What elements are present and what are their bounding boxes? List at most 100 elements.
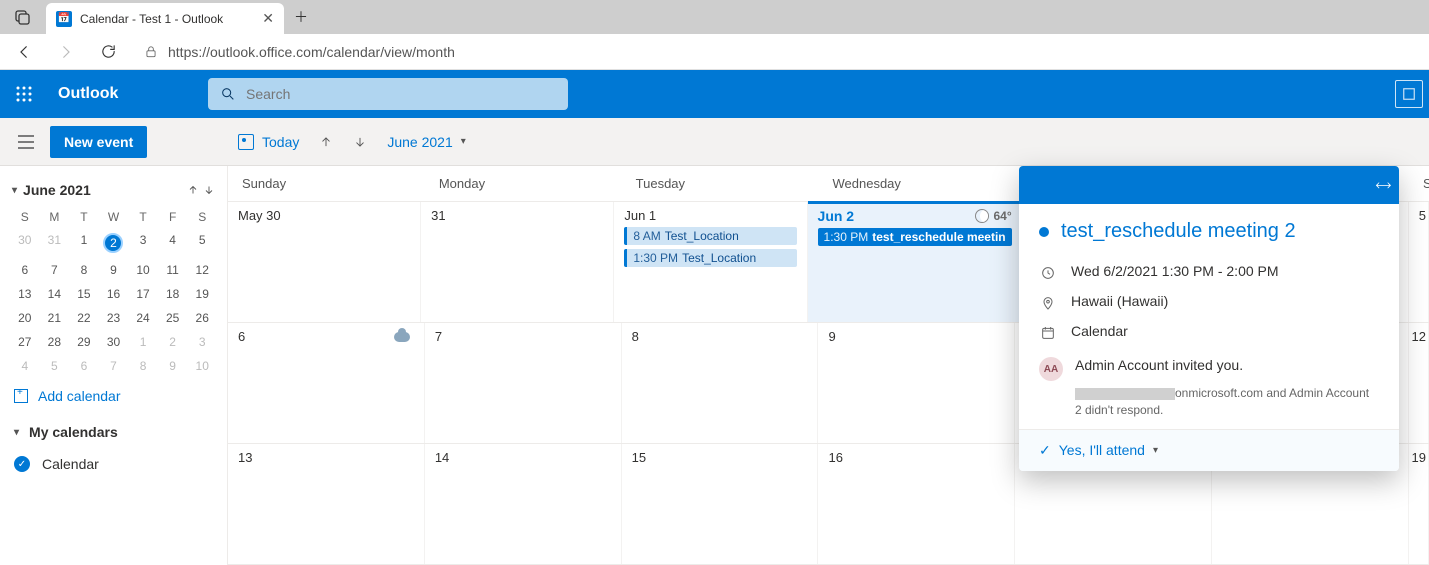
day-cell-today[interactable]: Jun 2 64° 1:30 PMtest_reschedule meetin <box>808 202 1023 322</box>
new-tab-button[interactable]: ＋ <box>284 0 318 34</box>
mini-day[interactable]: 3 <box>128 228 158 258</box>
forward-button[interactable] <box>50 36 82 68</box>
mini-day[interactable]: 8 <box>69 258 99 282</box>
mini-day[interactable]: 24 <box>128 306 158 330</box>
mini-day[interactable]: 28 <box>40 330 70 354</box>
address-field[interactable]: https://outlook.office.com/calendar/view… <box>134 37 1421 67</box>
mini-day[interactable]: 11 <box>158 258 188 282</box>
mini-day[interactable]: 19 <box>187 282 217 306</box>
mini-day[interactable]: 31 <box>40 228 70 258</box>
browser-tab[interactable]: 📅 Calendar - Test 1 - Outlook ✕ <box>46 3 284 34</box>
prev-period-button[interactable] <box>309 126 343 158</box>
mini-day[interactable]: 30 <box>99 330 129 354</box>
mini-day[interactable]: 1 <box>128 330 158 354</box>
calendar-list-item[interactable]: ✓ Calendar <box>10 450 217 478</box>
event-item[interactable]: 8 AMTest_Location <box>624 227 796 245</box>
mini-day[interactable]: 12 <box>187 258 217 282</box>
mini-calendar[interactable]: SMTWTFS 30311234567891011121314151617181… <box>10 206 217 378</box>
mini-day[interactable]: 10 <box>187 354 217 378</box>
mini-day[interactable]: 2 <box>99 228 129 258</box>
mini-day[interactable]: 16 <box>99 282 129 306</box>
open-in-new-icon[interactable] <box>1395 80 1423 108</box>
status-dot-icon <box>1039 227 1049 237</box>
day-cell[interactable]: 13 <box>228 444 425 564</box>
mini-day[interactable]: 4 <box>158 228 188 258</box>
tab-actions-button[interactable] <box>0 0 46 34</box>
calendar-grid: SundayMondayTuesdayWednesdaySat May 30 3… <box>228 166 1429 565</box>
outlook-favicon: 📅 <box>56 11 72 27</box>
refresh-button[interactable] <box>92 36 124 68</box>
mini-next-icon[interactable] <box>203 184 215 196</box>
mini-day[interactable]: 29 <box>69 330 99 354</box>
mini-day[interactable]: 4 <box>10 354 40 378</box>
day-cell[interactable]: 5 <box>1409 202 1429 322</box>
calendar-today-icon <box>238 134 254 150</box>
day-cell[interactable]: May 30 <box>228 202 421 322</box>
event-item[interactable]: 1:30 PMTest_Location <box>624 249 796 267</box>
mini-day[interactable]: 25 <box>158 306 188 330</box>
my-calendars-toggle[interactable]: ▾ My calendars <box>10 414 217 450</box>
day-cell[interactable]: 8 <box>622 323 819 443</box>
day-cell[interactable]: Jun 1 8 AMTest_Location 1:30 PMTest_Loca… <box>614 202 807 322</box>
calendar-item-label: Calendar <box>42 456 99 472</box>
brand-label[interactable]: Outlook <box>48 85 208 103</box>
day-cell[interactable]: 12 <box>1409 323 1429 443</box>
mini-day[interactable]: 14 <box>40 282 70 306</box>
today-button[interactable]: Today <box>228 126 309 158</box>
dow-label: Monday <box>425 166 622 201</box>
mini-day[interactable]: 30 <box>10 228 40 258</box>
mini-day[interactable]: 21 <box>40 306 70 330</box>
day-cell[interactable]: 7 <box>425 323 622 443</box>
day-cell[interactable]: 19 <box>1409 444 1429 564</box>
mini-day[interactable]: 3 <box>187 330 217 354</box>
mini-day[interactable]: 10 <box>128 258 158 282</box>
chevron-down-icon: ▾ <box>12 185 17 196</box>
mini-day[interactable]: 18 <box>158 282 188 306</box>
add-calendar-button[interactable]: Add calendar <box>10 378 217 414</box>
mini-day[interactable]: 9 <box>99 258 129 282</box>
mini-day[interactable]: 7 <box>40 258 70 282</box>
new-event-button[interactable]: New event <box>50 126 147 158</box>
mini-day[interactable]: 6 <box>69 354 99 378</box>
mini-day[interactable]: 6 <box>10 258 40 282</box>
mini-day[interactable]: 15 <box>69 282 99 306</box>
day-cell[interactable]: 6 <box>228 323 425 443</box>
day-cell[interactable]: 15 <box>622 444 819 564</box>
hamburger-icon[interactable] <box>14 130 38 154</box>
search-box[interactable] <box>208 78 568 110</box>
mini-day[interactable]: 26 <box>187 306 217 330</box>
mini-dow: W <box>99 206 129 228</box>
browser-tab-strip: 📅 Calendar - Test 1 - Outlook ✕ ＋ <box>0 0 1429 34</box>
mini-day[interactable]: 23 <box>99 306 129 330</box>
mini-cal-header[interactable]: ▾ June 2021 <box>10 174 217 206</box>
mini-prev-icon[interactable] <box>187 184 199 196</box>
rsvp-row[interactable]: ✓ Yes, I'll attend ▾ <box>1019 429 1399 471</box>
mini-dow: T <box>128 206 158 228</box>
period-label: June 2021 <box>387 134 452 150</box>
expand-icon[interactable]: ⤢ <box>1373 175 1394 196</box>
mini-day[interactable]: 20 <box>10 306 40 330</box>
mini-day[interactable]: 5 <box>40 354 70 378</box>
mini-day[interactable]: 27 <box>10 330 40 354</box>
search-input[interactable] <box>246 86 427 102</box>
next-period-button[interactable] <box>343 126 377 158</box>
mini-day[interactable]: 9 <box>158 354 188 378</box>
mini-day[interactable]: 8 <box>128 354 158 378</box>
mini-day[interactable]: 22 <box>69 306 99 330</box>
mini-day[interactable]: 2 <box>158 330 188 354</box>
peek-title[interactable]: test_reschedule meeting 2 <box>1039 220 1379 243</box>
day-cell[interactable]: 31 <box>421 202 614 322</box>
close-tab-icon[interactable]: ✕ <box>262 10 274 27</box>
mini-day[interactable]: 17 <box>128 282 158 306</box>
day-cell[interactable]: 16 <box>818 444 1015 564</box>
mini-day[interactable]: 13 <box>10 282 40 306</box>
day-cell[interactable]: 9 <box>818 323 1015 443</box>
app-launcher-icon[interactable] <box>0 70 48 118</box>
mini-day[interactable]: 7 <box>99 354 129 378</box>
day-cell[interactable]: 14 <box>425 444 622 564</box>
back-button[interactable] <box>8 36 40 68</box>
event-item-selected[interactable]: 1:30 PMtest_reschedule meetin <box>818 228 1012 246</box>
period-picker[interactable]: June 2021 ▾ <box>377 126 475 158</box>
mini-day[interactable]: 5 <box>187 228 217 258</box>
mini-day[interactable]: 1 <box>69 228 99 258</box>
